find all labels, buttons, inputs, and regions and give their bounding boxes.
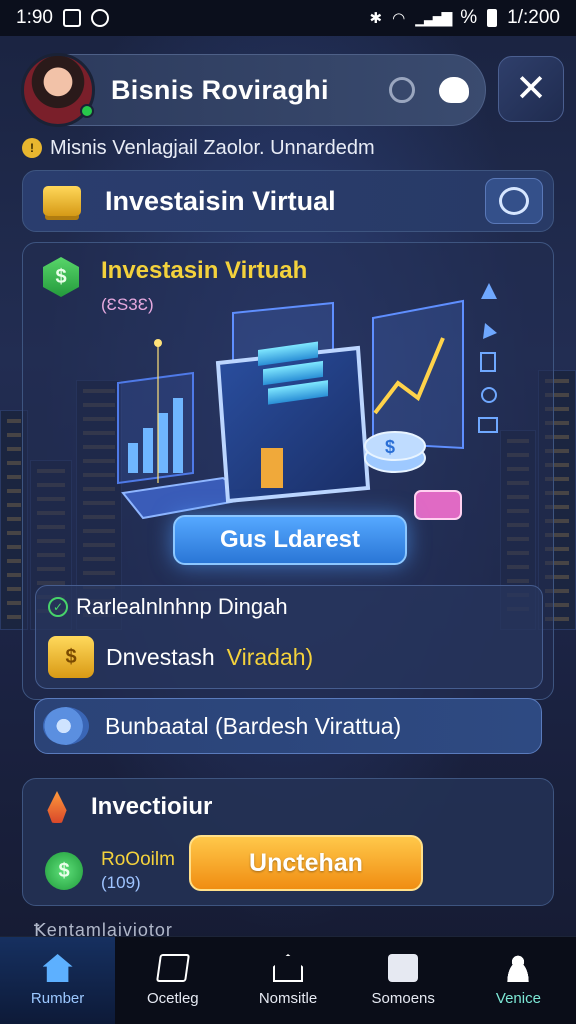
hero-card: $ $ Investasin Virtuah (ƐS3Ɛ) Gus Ldares…	[22, 242, 554, 700]
hero-sub-panel: ✓ Rarlealnlnhnp Dingah $ Dnvestash Virad…	[35, 585, 543, 689]
box-icon	[388, 954, 419, 982]
bottom-nav: Rumber Ocetleg Nomsitle Somoens Venice	[0, 936, 576, 1024]
nav-label: Nomsitle	[258, 990, 318, 1007]
nav-label: Somoens	[371, 990, 435, 1007]
sub-panel-item-main: Dnvestash	[106, 643, 215, 670]
app-icon	[90, 9, 109, 27]
status-time: 1:90	[16, 7, 53, 28]
category-icon	[155, 954, 190, 982]
alert-icon: !	[22, 138, 42, 158]
search-icon[interactable]	[381, 69, 423, 111]
nav-label: Ocetleg	[146, 990, 199, 1007]
user-name: Bisnis Roviraghi	[111, 74, 329, 105]
invest-card: Invectioiur $ RoOoilm (109) Unctehan	[22, 778, 554, 906]
tools-button[interactable]: ✕	[498, 56, 564, 122]
home-icon	[42, 954, 73, 982]
nav-item-box[interactable]: Somoens	[346, 937, 461, 1024]
sub-panel-title: Rarlealnlnhnp Dingah	[76, 594, 288, 619]
invest-left-title: RoOoilm	[101, 849, 175, 870]
invest-action-button[interactable]: Unctehan	[189, 835, 423, 891]
section-title: Investaisin Virtual	[105, 185, 336, 216]
status-right-text: 1/:200	[507, 7, 560, 28]
sub-panel-item-accent: Viradah)	[226, 643, 314, 670]
dollar-badge-icon: $	[43, 257, 79, 297]
row-card-label: Bunbaatal (Bardesh Virattua)	[105, 712, 402, 739]
chat-button[interactable]	[485, 178, 543, 224]
ai-brain-icon[interactable]	[433, 69, 475, 111]
gold-bar-icon	[43, 186, 81, 216]
status-bar: 1:90 ✱ ◠ ▁▃▅▇ % 1/:200	[0, 0, 576, 36]
invest-title: Invectioiur	[91, 793, 213, 820]
battery-percent: %	[460, 7, 478, 28]
user-icon	[503, 954, 534, 982]
tools-icon: ✕	[515, 68, 547, 110]
nav-item-user[interactable]: Venice	[461, 937, 576, 1024]
check-icon: ✓	[48, 597, 68, 617]
vibrate-icon: ✱	[369, 10, 383, 27]
invest-left-sub: (109)	[101, 873, 141, 892]
nav-item-house[interactable]: Nomsitle	[230, 937, 345, 1024]
green-coin-icon: $	[45, 852, 83, 890]
hero-header: $ Investasin Virtuah (ƐS3Ɛ)	[43, 257, 307, 315]
hero-cta-button[interactable]: Gus Ldarest	[173, 515, 407, 565]
nav-item-home[interactable]: Rumber	[0, 937, 116, 1024]
avatar[interactable]	[21, 53, 95, 127]
news-ticker[interactable]: ! Misnis Venlagjail Zaolor. Unnardedm	[22, 134, 566, 162]
signal-icon: ▁▃▅▇	[415, 9, 452, 26]
house-outline-icon	[273, 954, 303, 982]
notification-icon	[62, 9, 81, 27]
gear-coins-icon	[43, 707, 89, 745]
nav-label: Venice	[495, 990, 541, 1007]
virtual-row-card[interactable]: Bunbaatal (Bardesh Virattua)	[34, 698, 542, 754]
nav-label: Rumber	[30, 990, 85, 1007]
profile-header[interactable]: Bisnis Roviraghi	[21, 53, 486, 127]
ticker-text: Misnis Venlagjail Zaolor. Unnardedm	[50, 136, 375, 159]
hero-subtitle: (ƐS3Ɛ)	[101, 295, 154, 314]
section-title-bar: Investaisin Virtual	[22, 170, 554, 232]
online-indicator	[80, 104, 94, 118]
hero-title: Investasin Virtuah	[101, 257, 308, 284]
sub-panel-item[interactable]: $ Dnvestash Viradah)	[48, 636, 313, 678]
wifi-icon: ◠	[392, 10, 406, 27]
battery-icon	[487, 9, 498, 27]
svg-text:$: $	[385, 437, 395, 457]
nav-item-category[interactable]: Ocetleg	[115, 937, 230, 1024]
flame-icon	[47, 791, 67, 823]
money-stack-icon: $	[48, 636, 94, 678]
